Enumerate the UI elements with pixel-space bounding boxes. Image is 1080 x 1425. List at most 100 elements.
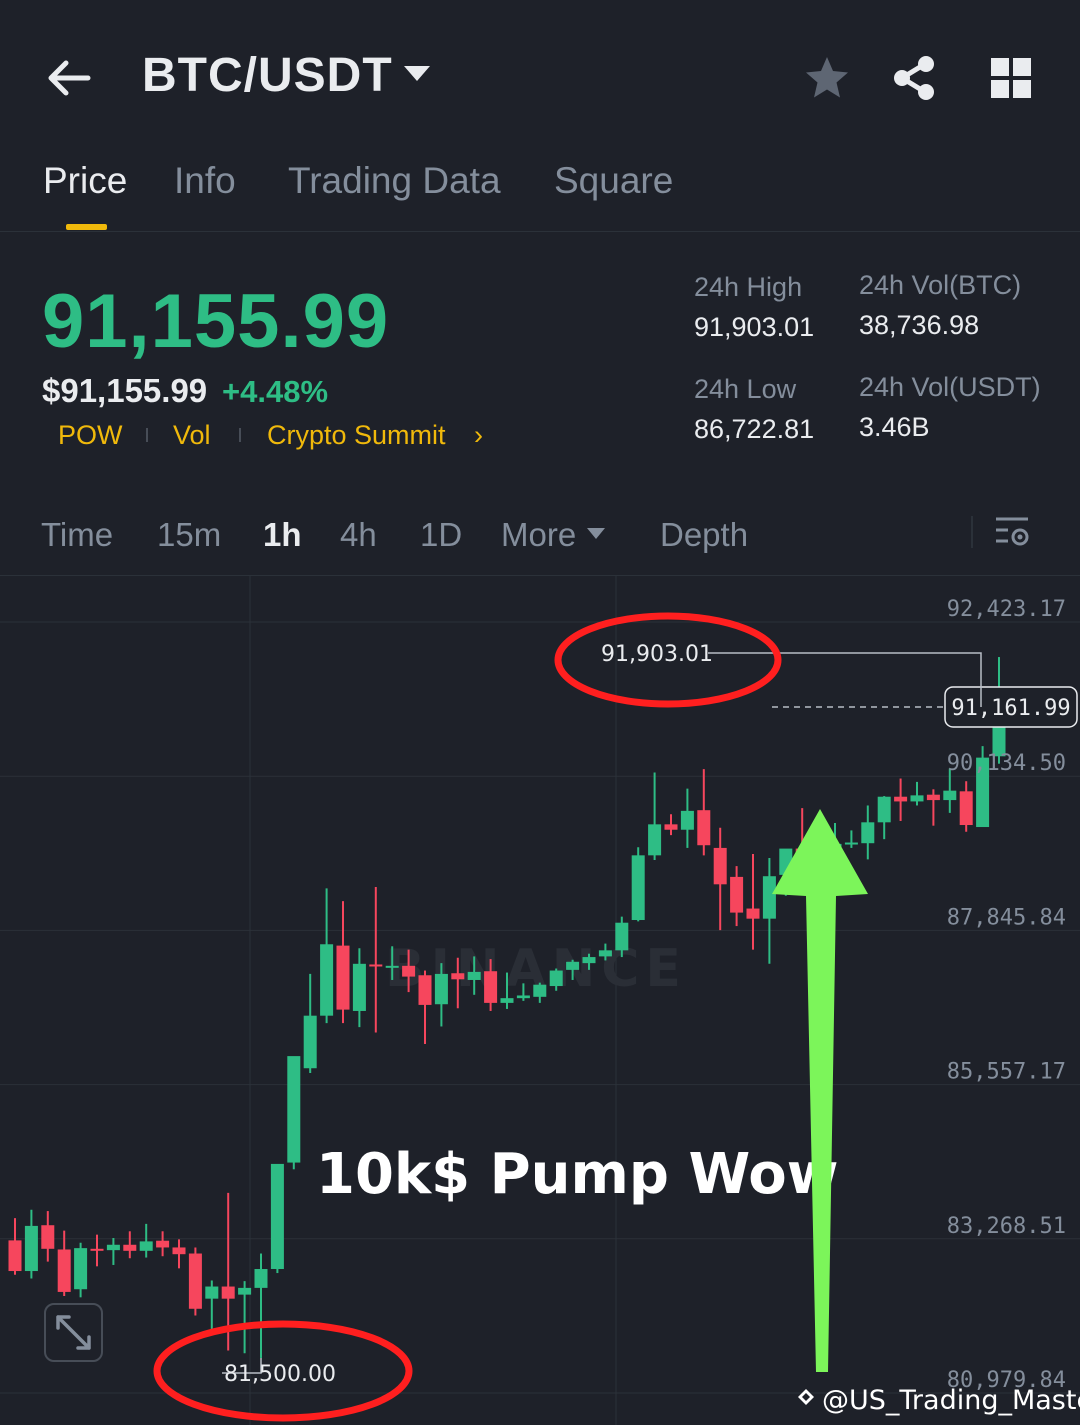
interval-4h[interactable]: 4h: [340, 516, 377, 554]
candle-body: [238, 1287, 252, 1295]
candle-body: [369, 964, 383, 967]
candle-body: [336, 945, 350, 1010]
candle-body: [205, 1286, 219, 1299]
candle-body: [221, 1286, 235, 1299]
candlestick-chart[interactable]: BINANCE 92,423.1790,134.5087,845.8485,55…: [0, 576, 1080, 1425]
candle-body: [303, 1015, 317, 1069]
tab-trading-data[interactable]: Trading Data: [288, 160, 501, 202]
expand-icon[interactable]: [44, 1303, 103, 1362]
candle-body: [910, 795, 924, 802]
candle-body: [41, 1225, 55, 1249]
tab-price[interactable]: Price: [43, 160, 127, 202]
candle-body: [139, 1241, 153, 1251]
candle-body: [877, 796, 891, 823]
candle-body: [697, 810, 711, 846]
candle-body: [156, 1240, 170, 1248]
candle-body: [24, 1225, 38, 1272]
candle-body: [861, 822, 875, 844]
candle-body: [434, 973, 448, 1005]
candle-body: [90, 1248, 104, 1251]
y-tick-label: 87,845.84: [947, 905, 1066, 930]
high-marker-leader: [708, 652, 982, 708]
candle-body: [648, 824, 662, 856]
interval-divider: [971, 516, 973, 548]
vol-btc-value: 38,736.98: [859, 310, 980, 340]
tag-divider: [146, 428, 148, 442]
candle-body: [516, 995, 530, 999]
candle-body: [385, 965, 399, 968]
star-icon[interactable]: [803, 54, 851, 102]
candle-body: [680, 810, 694, 830]
vol-usdt-value: 3.46B: [859, 412, 930, 442]
candle-body: [484, 971, 498, 1003]
vol-usdt-label: 24h Vol(USDT): [859, 372, 1041, 402]
candle-body: [582, 957, 596, 964]
y-tick-label: 83,268.51: [947, 1214, 1066, 1239]
y-tick-label: 90,134.50: [947, 751, 1066, 776]
high-value: 91,903.01: [694, 312, 815, 342]
tabs-divider: [0, 231, 1080, 232]
usd-price: $91,155.99: [42, 372, 208, 409]
pair-title[interactable]: BTC/USDT: [142, 48, 393, 103]
interval-15m[interactable]: 15m: [157, 516, 221, 554]
high-label: 24h High: [694, 272, 803, 302]
share-icon[interactable]: [890, 54, 938, 102]
tag-divider: [239, 428, 241, 442]
active-tab-indicator: [66, 224, 107, 230]
tag-pow[interactable]: POW: [58, 420, 123, 451]
grid-icon[interactable]: [990, 57, 1032, 99]
candle-body: [467, 971, 481, 980]
current-price-label: 91,161.99: [951, 696, 1070, 721]
candle-body: [352, 963, 366, 1011]
candle-body: [549, 970, 563, 987]
candle-body: [106, 1244, 120, 1251]
candle-body: [57, 1249, 71, 1292]
chart-settings-icon[interactable]: [994, 514, 1032, 552]
candle-body: [943, 790, 957, 801]
candle-body: [320, 944, 334, 1016]
back-arrow-icon[interactable]: [44, 52, 96, 104]
candle-body: [254, 1269, 268, 1288]
tag-crypto-summit[interactable]: Crypto Summit: [267, 420, 446, 451]
interval-1d[interactable]: 1D: [420, 516, 462, 554]
candle-body: [270, 1163, 284, 1270]
candle-body: [172, 1247, 186, 1255]
high-marker-label: 91,903.01: [601, 642, 713, 667]
candle-body: [418, 975, 432, 1005]
candle-body: [533, 984, 547, 997]
tab-square[interactable]: Square: [554, 160, 673, 202]
low-marker-label: 81,500.00: [224, 1362, 336, 1387]
candle-body: [762, 876, 776, 919]
candle-body: [123, 1244, 137, 1251]
candle-body: [664, 824, 678, 830]
last-price: 91,155.99: [42, 279, 390, 364]
interval-more[interactable]: More: [501, 516, 576, 554]
candle-body: [566, 961, 580, 970]
chevron-right-icon[interactable]: ›: [474, 420, 483, 451]
candle-body: [451, 973, 465, 980]
y-tick-label: 92,423.17: [947, 597, 1066, 622]
low-label: 24h Low: [694, 374, 797, 404]
tag-vol[interactable]: Vol: [173, 420, 211, 451]
candle-body: [730, 876, 744, 913]
candle-body: [615, 922, 629, 951]
depth-tab[interactable]: Depth: [660, 516, 748, 554]
credit-badge: @US_Trading_Master: [798, 1385, 1080, 1416]
candle-body: [74, 1248, 88, 1290]
binance-logo-icon: [798, 1389, 814, 1405]
candles: [8, 657, 1022, 1358]
interval-1h[interactable]: 1h: [263, 516, 302, 554]
interval-time[interactable]: Time: [41, 516, 113, 554]
pump-annotation-text: 10k$ Pump Wow: [316, 1142, 838, 1207]
candle-body: [598, 950, 612, 957]
credit-text: @US_Trading_Master: [822, 1385, 1080, 1416]
vol-btc-label: 24h Vol(BTC): [859, 270, 1022, 300]
candle-body: [631, 855, 645, 921]
tab-info[interactable]: Info: [174, 160, 236, 202]
candle-body: [844, 842, 858, 845]
dropdown-caret-icon[interactable]: [404, 66, 430, 81]
candle-body: [8, 1240, 22, 1272]
candle-body: [188, 1253, 202, 1309]
more-caret-icon[interactable]: [587, 528, 605, 539]
low-value: 86,722.81: [694, 414, 815, 444]
